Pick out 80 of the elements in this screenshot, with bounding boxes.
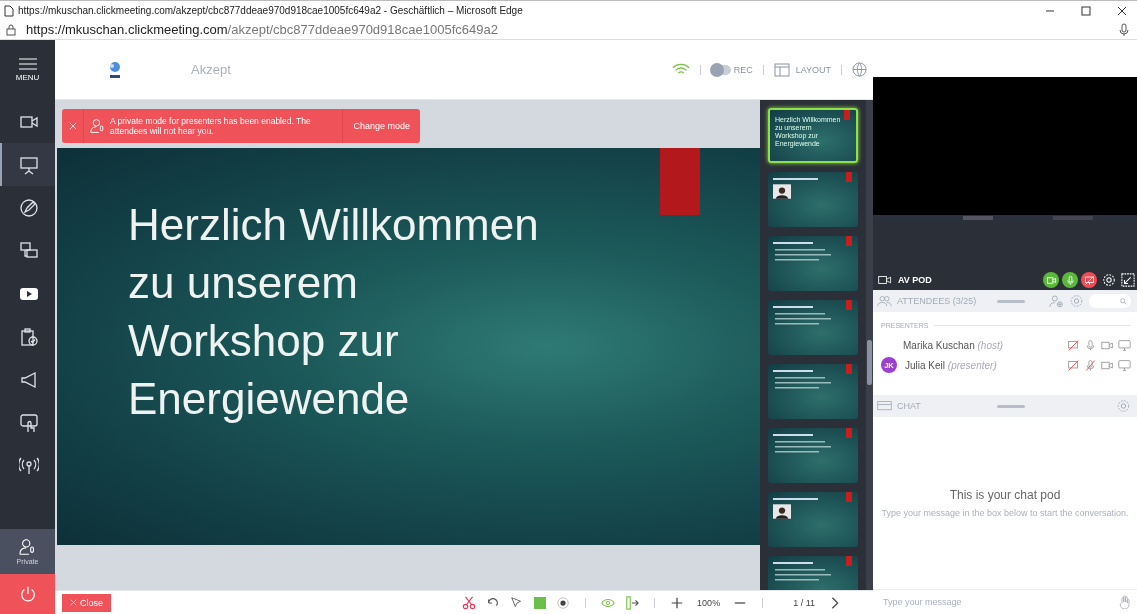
lock-icon	[6, 23, 16, 36]
close-icon	[70, 599, 77, 606]
scissors-icon[interactable]	[462, 595, 477, 610]
bookmark-tab	[846, 300, 852, 310]
presenter-icon	[18, 538, 37, 556]
resize-icon[interactable]	[1121, 273, 1135, 287]
menu-button[interactable]: MENU	[0, 40, 55, 100]
presentation-tool-button[interactable]	[0, 143, 55, 186]
camera-toggle-button[interactable]	[1043, 272, 1059, 288]
page-counter: 1 / 11	[793, 597, 815, 608]
bullet-lines-drawing	[773, 376, 833, 392]
color-swatch[interactable]	[534, 596, 547, 609]
bookmark-tab	[844, 110, 850, 120]
muted-microphone-icon[interactable]	[1084, 358, 1097, 372]
exit-icon[interactable]	[625, 595, 640, 610]
close-icon[interactable]	[1117, 5, 1127, 16]
chat-title: CHAT	[897, 401, 922, 411]
megaphone-icon	[18, 369, 39, 390]
bookmark-tab	[846, 364, 852, 374]
screens-icon	[18, 240, 39, 261]
slide-thumbnail[interactable]	[768, 300, 858, 355]
bullet-lines-drawing	[773, 568, 833, 584]
record-icon[interactable]	[556, 595, 571, 610]
zoom-level: 100%	[697, 597, 721, 608]
slide-heading-line: Workshop zur	[128, 315, 399, 367]
power-icon	[18, 585, 37, 603]
slide-heading-line: Energiewende	[128, 373, 410, 425]
notification-message: A private mode for presenters has been enabled. The attendees will not hear you.	[110, 115, 312, 137]
layout-icon	[773, 62, 790, 77]
bullet-lines-drawing	[773, 248, 833, 264]
camera-icon	[878, 274, 892, 286]
attendee-name[interactable]: Marika Kuschan (host)	[903, 339, 1004, 351]
window-title: https://mkuschan.clickmeeting.com/akzept/cbc877ddeae970d918cae1005fc649a2 - Geschäftlich – Microsoft Edge	[18, 5, 524, 16]
screen-share-off-icon[interactable]	[1067, 338, 1080, 352]
bookmark-tab	[846, 236, 852, 246]
clipboard-icon	[18, 326, 39, 347]
slide-thumbnail[interactable]	[768, 236, 858, 291]
mic-toggle-button[interactable]	[1062, 272, 1078, 288]
address-field[interactable]: https://mkuschan.clickmeeting.com/akzept/cbc877ddeae970d918cae1005fc649a2	[26, 22, 1119, 37]
pod-title: AV POD	[898, 275, 932, 285]
zoom-in-icon[interactable]	[670, 595, 685, 610]
chat-hint: Type your message in the box below to start the conversation.	[881, 508, 1129, 518]
maximize-icon[interactable]	[1081, 5, 1091, 16]
touch-icon	[18, 412, 39, 433]
screen-toggle-button[interactable]	[1081, 272, 1097, 288]
slide-thumbnail[interactable]	[768, 428, 858, 483]
slide-heading-line: zu unserem	[128, 257, 358, 309]
slide-thumbnail[interactable]	[768, 364, 858, 419]
chat-icon	[877, 399, 892, 413]
page-icon	[4, 4, 14, 17]
scrollbar-thumb[interactable]	[867, 340, 872, 385]
globe-icon[interactable]	[852, 62, 867, 77]
attendees-title: ATTENDEES (3/25)	[897, 296, 978, 306]
bookmark-tab	[846, 172, 852, 182]
screen-icon	[1083, 274, 1095, 286]
slide-heading-line: Herzlich Willkommen	[128, 199, 539, 251]
pen-icon	[18, 197, 39, 218]
search-icon	[1120, 297, 1127, 305]
bullet-lines-drawing	[773, 440, 833, 456]
room-title: Akzept	[191, 62, 231, 77]
close-icon	[68, 122, 77, 130]
menu-icon	[18, 58, 37, 70]
bookmark-tab	[846, 492, 852, 502]
bookmark-tab	[846, 556, 852, 566]
microphone-icon[interactable]	[1119, 22, 1129, 37]
screen-share-off-icon[interactable]	[1067, 358, 1080, 372]
chat-heading: This is your chat pod	[949, 488, 1061, 502]
bullet-lines-drawing	[773, 312, 833, 328]
slide-thumbnail[interactable]	[768, 172, 858, 227]
search-field[interactable]	[1089, 294, 1131, 308]
mic-icon	[1064, 274, 1076, 286]
presenter-icon	[90, 118, 106, 134]
attendee-name[interactable]: Julia Keil (presenter)	[905, 359, 997, 371]
wifi-icon	[671, 63, 690, 76]
people-icon	[877, 294, 892, 308]
bookmark-tab	[846, 428, 852, 438]
camera-icon	[1045, 274, 1057, 286]
slide-thumbnail[interactable]	[768, 492, 858, 547]
broadcast-icon	[18, 455, 39, 476]
presentation-icon	[18, 154, 39, 175]
